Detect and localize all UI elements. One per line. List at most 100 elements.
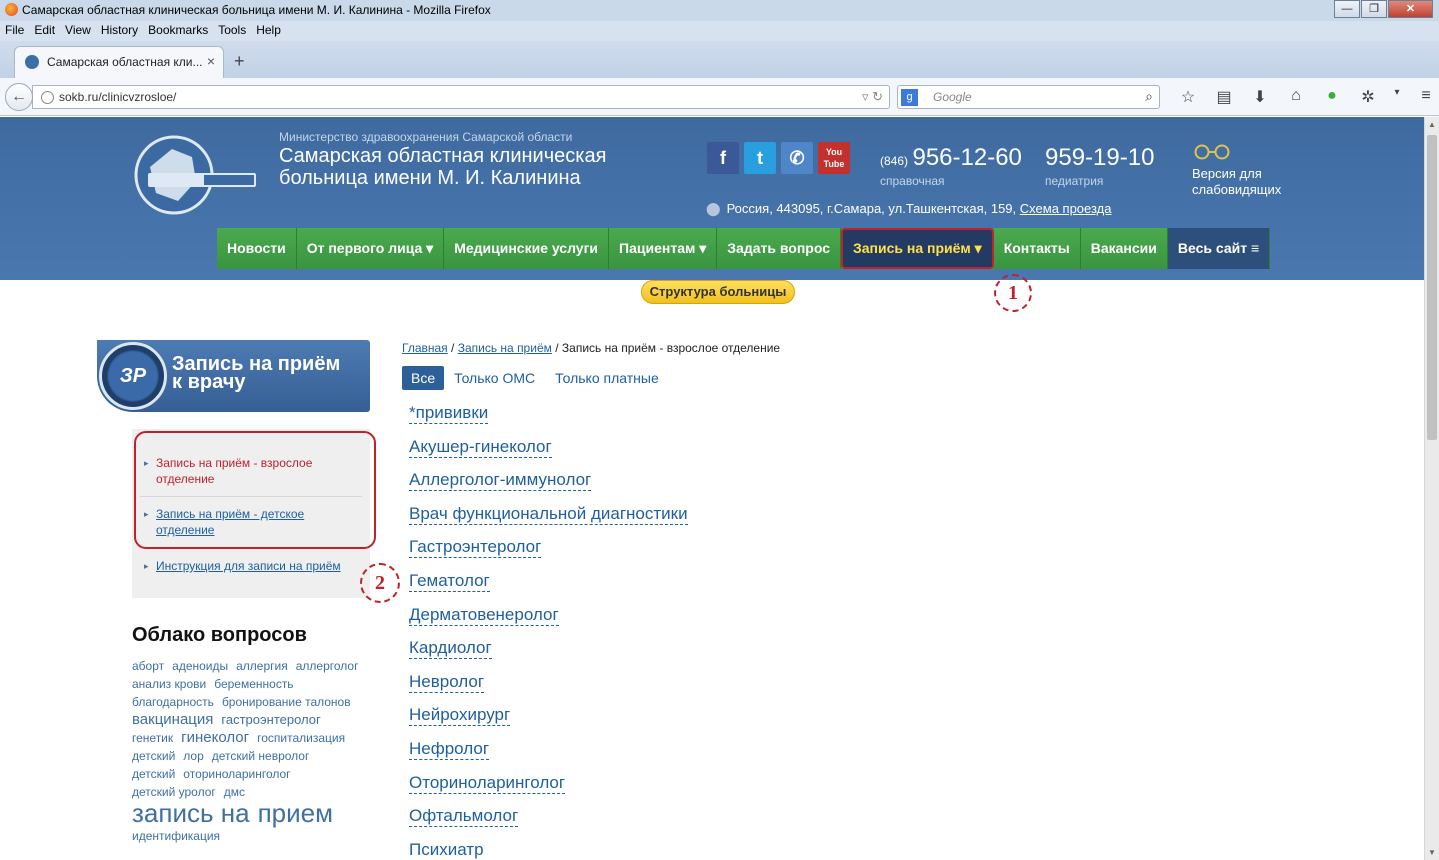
menu-icon[interactable]: ≡ <box>1408 87 1439 107</box>
menu-bookmarks[interactable]: Bookmarks <box>143 21 213 37</box>
vk-icon[interactable]: ✆ <box>781 142 813 174</box>
bookmark-star-icon[interactable]: ☆ <box>1170 87 1206 107</box>
nav-vacancies[interactable]: Вакансии <box>1080 228 1168 269</box>
specialist-link[interactable]: Дерматовенеролог <box>409 605 559 626</box>
youtube-icon[interactable]: You Tube <box>818 142 850 174</box>
route-link[interactable]: Схема проезда <box>1020 201 1112 216</box>
specialist-link[interactable]: Кардиолог <box>409 638 492 660</box>
close-button[interactable]: ✕ <box>1388 0 1433 18</box>
tag-cloud-item[interactable]: аллергия <box>236 657 288 675</box>
dropdown-icon[interactable]: ▾ <box>1386 87 1408 107</box>
toolbar-icons: ☆ ▤ ⬇ ⌂ ● ✲ ▾ ≡ <box>1170 87 1439 107</box>
menu-file[interactable]: File <box>0 21 29 37</box>
tag-cloud-item[interactable]: благодарность <box>132 693 214 711</box>
accessible-version-link[interactable]: Версия для слабовидящих <box>1192 166 1302 198</box>
nav-whole-site[interactable]: Весь сайт ≡ <box>1167 228 1271 269</box>
search-icon[interactable]: ⌕ <box>1145 88 1153 105</box>
appointment-badge-icon: ЗР <box>99 342 167 410</box>
tag-cloud-item[interactable]: вакцинация <box>132 711 213 729</box>
browser-window: Самарская областная клиническая больница… <box>0 0 1439 860</box>
specialist-link[interactable]: Нейрохирург <box>409 705 511 727</box>
specialist-link[interactable]: Врач функциональной диагностики <box>409 504 688 525</box>
reload-icon[interactable]: ▿ ↻ <box>862 89 883 105</box>
glasses-icon[interactable] <box>1192 144 1238 160</box>
tag-cloud-item[interactable]: лор <box>183 747 203 765</box>
specialist-link[interactable]: Офтальмолог <box>409 806 519 828</box>
tag-cloud-item[interactable]: прием <box>258 800 333 826</box>
tag-cloud-item[interactable]: аборт <box>132 657 164 675</box>
nav-ask-question[interactable]: Задать вопрос <box>717 228 841 269</box>
specialist-link[interactable]: Оториноларинголог <box>409 773 566 794</box>
extension-icon[interactable]: ✲ <box>1350 87 1386 107</box>
google-icon[interactable]: g <box>901 89 918 106</box>
reading-list-icon[interactable]: ▤ <box>1206 87 1242 107</box>
tag-cloud-item[interactable]: беременность <box>214 675 293 693</box>
search-box[interactable]: g Google ⌕ <box>897 85 1160 109</box>
menu-history[interactable]: History <box>96 21 143 37</box>
specialist-link[interactable]: Невролог <box>409 672 485 693</box>
specialist-link[interactable]: Нефролог <box>409 739 490 760</box>
tag-cloud-item[interactable]: оториноларинголог <box>183 765 290 783</box>
nav-medical-services[interactable]: Медицинские услуги <box>444 228 610 269</box>
tag-cloud-item[interactable]: идентификация <box>132 827 220 845</box>
tag-cloud-item[interactable]: анализ крови <box>132 675 206 693</box>
url-text[interactable]: sokb.ru/clinicvzrosloe/ <box>59 90 176 104</box>
tag-cloud-item[interactable]: аллерголог <box>296 657 359 675</box>
minimize-button[interactable]: — <box>1334 0 1360 18</box>
scroll-up-icon[interactable]: ▲ <box>1428 120 1436 129</box>
specialist-link[interactable]: Психиатр <box>409 840 484 860</box>
nav-appointment[interactable]: Запись на приём ▾ <box>840 228 994 269</box>
specialist-link[interactable]: Аллерголог-иммунолог <box>409 470 592 492</box>
addon-icon[interactable]: ● <box>1314 87 1350 107</box>
nav-news[interactable]: Новости <box>217 228 297 269</box>
maximize-button[interactable]: ❐ <box>1361 0 1387 18</box>
nav-patients[interactable]: Пациентам ▾ <box>609 228 718 269</box>
url-bar[interactable]: sokb.ru/clinicvzrosloe/ ▿ ↻ <box>32 85 890 109</box>
breadcrumb-home[interactable]: Главная <box>402 341 448 355</box>
menu-view[interactable]: View <box>60 21 96 37</box>
tag-cloud-item[interactable]: аденоиды <box>172 657 228 675</box>
browser-tab[interactable]: Самарская областная кли... × <box>14 46 224 78</box>
main-navigation: Новости От первого лица ▾ Медицинские ус… <box>217 228 1271 269</box>
menu-tools[interactable]: Tools <box>213 21 251 37</box>
hospital-logo[interactable] <box>134 135 260 215</box>
tag-cloud-item[interactable]: гастроэнтеролог <box>221 711 320 729</box>
tag-cloud-item[interactable]: генетик <box>132 729 173 747</box>
download-icon[interactable]: ⬇ <box>1242 87 1278 107</box>
tag-cloud-item[interactable]: госпитализация <box>257 729 345 747</box>
tag-cloud-item[interactable]: детский <box>132 747 175 765</box>
filter-all[interactable]: Все <box>402 366 445 390</box>
filter-paid[interactable]: Только платные <box>555 366 659 390</box>
specialist-link[interactable]: *прививки <box>409 403 489 424</box>
tab-close-icon[interactable]: × <box>207 53 215 69</box>
hospital-structure-button[interactable]: Структура больницы <box>641 280 795 304</box>
scroll-thumb[interactable] <box>1427 135 1437 440</box>
breadcrumb-parent[interactable]: Запись на приём <box>458 341 552 355</box>
tag-cloud-item[interactable]: запись на <box>132 800 250 826</box>
new-tab-button[interactable]: + <box>234 51 245 72</box>
sidebar-link-instructions[interactable]: Инструкция для записи на приём <box>156 559 341 573</box>
tag-cloud-item[interactable]: детский <box>132 765 175 783</box>
specialist-link[interactable]: Гастроэнтеролог <box>409 537 542 559</box>
nav-contacts[interactable]: Контакты <box>993 228 1081 269</box>
search-placeholder[interactable]: Google <box>933 90 972 104</box>
tag-cloud-item[interactable]: детский невролог <box>212 747 310 765</box>
specialist-link[interactable]: Гематолог <box>409 571 490 592</box>
hospital-name[interactable]: Самарская областная клиническая больница… <box>279 145 679 189</box>
facebook-icon[interactable]: f <box>707 142 739 174</box>
menu-edit[interactable]: Edit <box>29 21 60 37</box>
twitter-icon[interactable]: t <box>744 142 776 174</box>
tag-cloud-item[interactable]: гинеколог <box>181 729 249 747</box>
vertical-scrollbar[interactable]: ▲ ▼ <box>1424 117 1439 860</box>
scroll-down-icon[interactable]: ▼ <box>1428 848 1436 857</box>
specialist-link[interactable]: Акушер-гинеколог <box>409 437 552 458</box>
nav-first-person[interactable]: От первого лица ▾ <box>296 228 445 269</box>
home-icon[interactable]: ⌂ <box>1278 87 1314 107</box>
menu-help[interactable]: Help <box>251 21 286 37</box>
back-button[interactable]: ← <box>5 83 33 111</box>
tag-cloud-item[interactable]: бронирование талонов <box>222 693 351 711</box>
appointment-banner[interactable]: ЗР Запись на приём к врачу <box>97 340 370 412</box>
navigation-bar: sokb.ru/clinicvzrosloe/ ▿ ↻ ← g Google ⌕… <box>0 78 1439 116</box>
filter-oms[interactable]: Только ОМС <box>454 366 535 390</box>
sidebar-item-instructions[interactable]: Инструкция для записи на приём <box>132 558 370 574</box>
